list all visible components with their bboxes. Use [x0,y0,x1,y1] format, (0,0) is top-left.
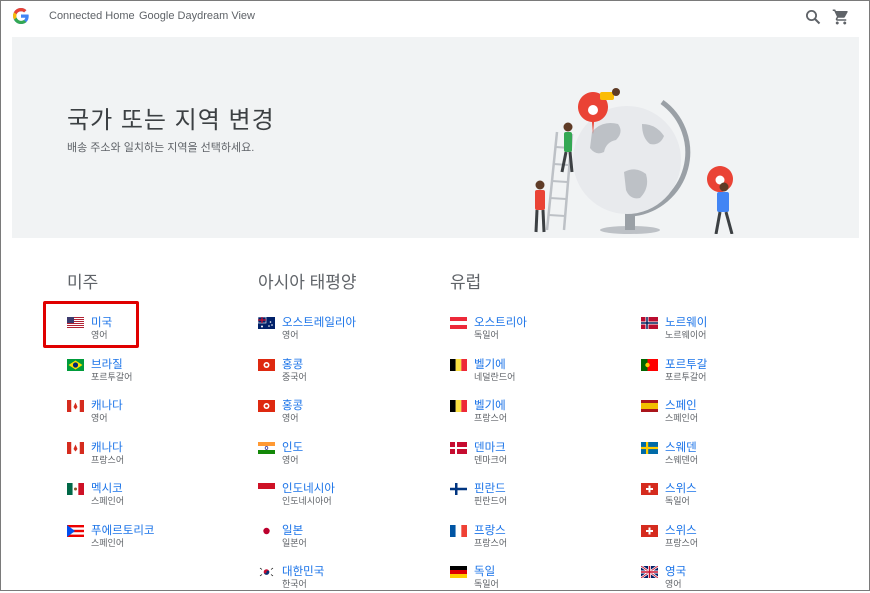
country-language: 스웨덴어 [665,454,699,465]
country-language: 네덜란드어 [474,371,516,382]
region-heading-americas: 미주 [67,273,99,292]
in-flag-icon [258,441,275,454]
region-heading-europe: 유럽 [450,273,482,292]
country-language: 영어 [282,454,299,465]
top-bar: Connected Home Google Daydream View [0,0,870,36]
be-flag-icon [450,400,467,412]
country-language: 프랑스어 [474,413,508,423]
country-language: 스페인어 [665,413,699,423]
country-language: 스페인어 [91,496,125,506]
country-language: 스페인어 [91,537,125,548]
be-flag-icon [450,358,467,371]
at-flag-icon [450,317,467,329]
nav-link-daydream-view[interactable]: Google Daydream View [139,10,255,22]
fr-flag-icon [450,524,467,537]
country-item[interactable]: 브라질 포르투갈어 [67,356,217,386]
ch-flag-icon [641,524,658,537]
hk-flag-icon [258,358,275,371]
country-language: 독일어 [474,579,499,589]
country-item[interactable]: 푸에르토리코 스페인어 [67,522,217,552]
country-language: 중국어 [282,371,307,382]
country-item[interactable]: 벨기에 프랑스어 [450,397,600,427]
mx-flag-icon [67,483,84,495]
country-language: 포르투갈어 [91,371,133,382]
google-logo-icon[interactable] [11,5,31,27]
country-item[interactable]: 인도네시아 인도네시아어 [258,480,408,510]
country-item[interactable]: 덴마크 덴마크어 [450,439,600,469]
country-item[interactable]: 캐나다 영어 [67,397,217,427]
pr-flag-icon [67,524,84,537]
country-item[interactable]: 인도 영어 [258,439,408,469]
country-item[interactable]: 스위스 독일어 [641,480,791,510]
country-language: 일본어 [282,537,307,548]
fi-flag-icon [450,483,467,495]
country-language: 포르투갈어 [665,371,707,382]
country-language: 영어 [282,413,299,423]
cart-icon[interactable] [832,8,850,26]
kr-flag-icon [258,566,275,578]
country-item[interactable]: 대한민국 한국어 [258,563,408,593]
country-language: 프랑스어 [665,537,699,548]
country-item[interactable]: 스위스 프랑스어 [641,522,791,552]
country-language: 영어 [91,413,108,423]
country-item[interactable]: 일본 일본어 [258,522,408,552]
country-item[interactable]: 멕시코 스페인어 [67,480,217,510]
country-language: 영어 [282,330,299,340]
au-flag-icon [258,317,275,329]
country-item[interactable]: 홍콩 영어 [258,397,408,427]
jp-flag-icon [258,524,275,537]
country-language: 영어 [665,579,682,589]
page-title: 국가 또는 지역 변경 [67,107,275,134]
country-item[interactable]: 포르투갈 포르투갈어 [641,356,791,386]
es-flag-icon [641,400,658,412]
pt-flag-icon [641,358,658,371]
ca-flag-icon [67,441,84,454]
country-item[interactable]: 벨기에 네덜란드어 [450,356,600,386]
country-language: 한국어 [282,579,307,589]
country-language: 프랑스어 [474,537,508,548]
country-item[interactable]: 독일 독일어 [450,563,600,593]
page-subtitle: 배송 주소와 일치하는 지역을 선택하세요. [67,142,255,154]
br-flag-icon [67,358,84,371]
globe-illustration [534,88,734,234]
country-item[interactable]: 캐나다 프랑스어 [67,439,217,469]
country-item[interactable]: 홍콩 중국어 [258,356,408,386]
country-language: 프랑스어 [91,454,125,465]
country-item[interactable]: 영국 영어 [641,563,791,593]
country-item[interactable]: 노르웨이 노르웨이어 [641,314,791,344]
country-language: 독일어 [474,330,499,340]
hero-banner: 국가 또는 지역 변경 배송 주소와 일치하는 지역을 선택하세요. [12,37,859,238]
country-item[interactable]: 오스트리아 독일어 [450,314,600,344]
selected-country-highlight [43,301,139,348]
search-icon[interactable] [805,9,821,25]
country-language: 인도네시아어 [282,496,332,506]
region-heading-asia-pacific: 아시아 태평양 [258,273,357,292]
dk-flag-icon [450,441,467,454]
country-item[interactable]: 스페인 스페인어 [641,397,791,427]
no-flag-icon [641,317,658,329]
se-flag-icon [641,441,658,454]
country-item[interactable]: 오스트레일리아 영어 [258,314,408,344]
de-flag-icon [450,566,467,578]
country-item[interactable]: 핀란드 핀란드어 [450,480,600,510]
gb-flag-icon [641,566,658,578]
id-flag-icon [258,483,275,495]
hk-flag-icon [258,400,275,412]
ca-flag-icon [67,400,84,412]
ch-flag-icon [641,483,658,495]
nav-link-connected-home[interactable]: Connected Home [49,10,135,22]
country-item[interactable]: 프랑스 프랑스어 [450,522,600,552]
country-item[interactable]: 스웨덴 스웨덴어 [641,439,791,469]
country-language: 덴마크어 [474,454,508,465]
country-language: 독일어 [665,496,690,506]
country-language: 핀란드어 [474,496,508,506]
country-language: 노르웨이어 [665,330,707,340]
